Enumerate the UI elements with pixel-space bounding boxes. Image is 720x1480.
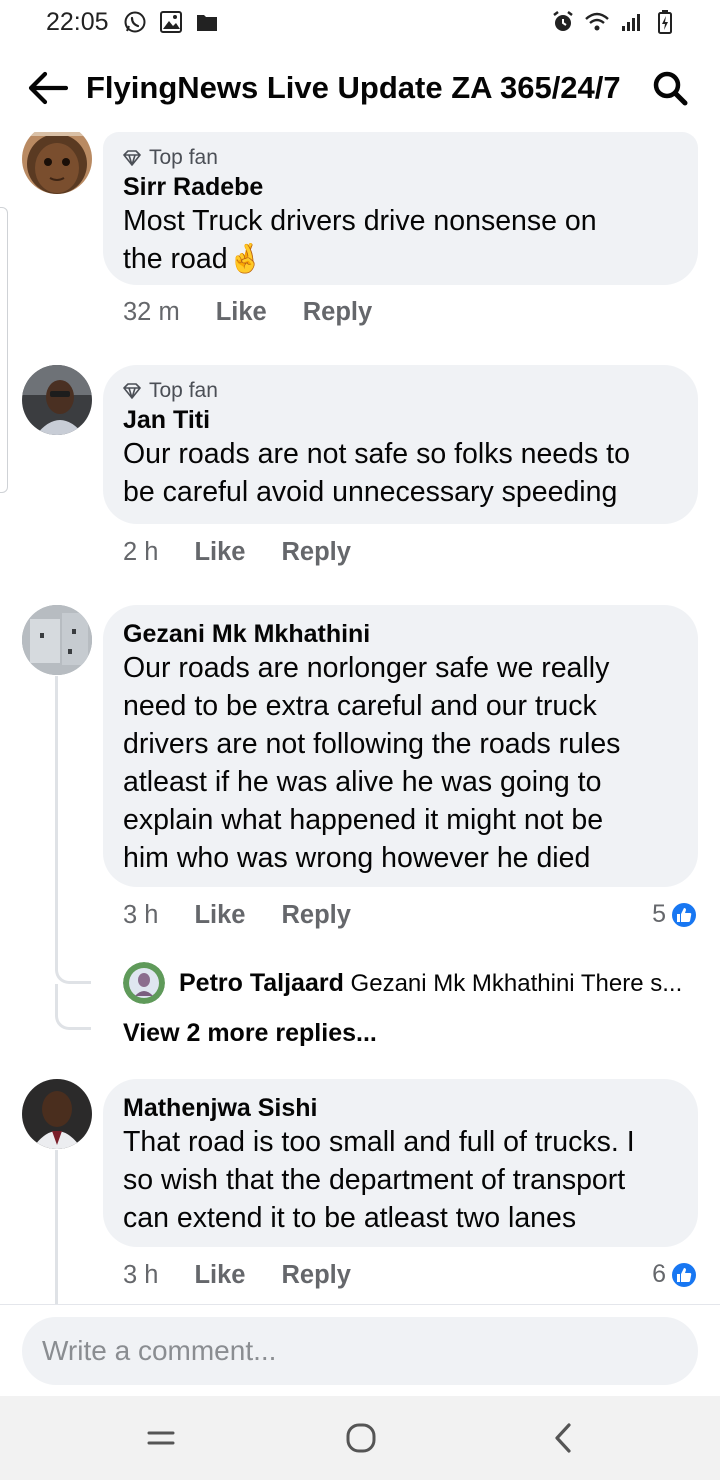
comment-text-line: drivers are not following the roads rule… [123, 728, 621, 760]
comment-author[interactable]: Jan Titi [123, 405, 678, 435]
comment-actions: 3 h Like Reply [123, 901, 351, 930]
battery-icon [652, 9, 678, 35]
system-nav-bar [0, 1396, 720, 1480]
reply-preview[interactable]: Petro Taljaard Gezani Mk Mkhathini There… [123, 962, 699, 1004]
folder-icon [194, 9, 220, 35]
reaction-count: 6 [652, 1260, 666, 1288]
reaction-summary[interactable]: 5 [652, 900, 698, 929]
crossed-fingers-emoji: 🤞 [227, 243, 264, 275]
comment-text-line: Our roads are norlonger safe we really [123, 652, 610, 684]
signal-icon [618, 9, 644, 35]
alarm-icon [550, 9, 576, 35]
comment-author[interactable]: Gezani Mk Mkhathini [123, 619, 678, 649]
gallery-icon [158, 9, 184, 35]
comment-bubble[interactable]: Top fan Sirr Radebe Most Truck drivers d… [103, 132, 698, 285]
avatar[interactable] [22, 365, 92, 435]
reply-button[interactable]: Reply [281, 901, 350, 930]
top-fan-badge: Top fan [123, 377, 678, 405]
top-fan-label: Top fan [149, 379, 218, 402]
reply-button[interactable]: Reply [303, 298, 372, 327]
wifi-icon [584, 9, 610, 35]
back-nav-button[interactable] [538, 1416, 588, 1460]
thumbs-up-icon [670, 900, 698, 929]
recent-apps-icon [147, 1431, 175, 1445]
comment-author[interactable]: Mathenjwa Sishi [123, 1093, 678, 1123]
comment-bubble[interactable]: Top fan Jan Titi Our roads are not safe … [103, 365, 698, 524]
search-button[interactable] [648, 66, 692, 110]
reaction-count: 5 [652, 900, 666, 928]
status-bar: 22:05 [0, 0, 720, 46]
comment-actions: 2 h Like Reply [123, 538, 351, 567]
thumbs-up-icon [670, 1260, 698, 1289]
comment-text: Our roads are norlonger safe we really n… [123, 649, 678, 877]
status-time: 22:05 [46, 8, 109, 36]
comment-input[interactable] [22, 1317, 698, 1385]
comment-text-line: can extend it to be atleast two lanes [123, 1202, 577, 1234]
recent-apps-button[interactable] [136, 1416, 186, 1460]
comments-feed[interactable]: Top fan Sirr Radebe Most Truck drivers d… [0, 132, 720, 1304]
comment-bubble[interactable]: Gezani Mk Mkhathini Our roads are norlon… [103, 605, 698, 887]
like-button[interactable]: Like [194, 538, 245, 567]
comment-text-line: atleast if he was alive he was going to [123, 766, 602, 798]
comment-text-line: be careful avoid unnecessary speeding [123, 476, 618, 508]
search-icon [653, 71, 688, 106]
home-icon [346, 1423, 376, 1453]
back-button[interactable] [26, 66, 70, 110]
reaction-summary[interactable]: 6 [652, 1260, 698, 1289]
comment-composer [0, 1304, 720, 1396]
reply-author[interactable]: Petro Taljaard [179, 969, 344, 997]
view-more-replies-link[interactable]: View 2 more replies... [123, 1019, 377, 1048]
comment-author[interactable]: Sirr Radebe [123, 172, 678, 202]
thread-branch [55, 984, 91, 1030]
status-right-icons [550, 9, 678, 35]
status-left-icons [122, 9, 220, 35]
comment-text-line: Our roads are not safe so folks needs to [123, 438, 630, 470]
top-fan-label: Top fan [149, 146, 218, 169]
reply-avatar[interactable] [123, 962, 165, 1004]
app-header: FlyingNews Live Update ZA 365/24/7 [0, 46, 720, 132]
avatar[interactable] [22, 132, 92, 194]
reply-text: Petro Taljaard Gezani Mk Mkhathini There… [179, 969, 699, 998]
thread-line [55, 676, 58, 951]
comment-text-line: him who was wrong however he died [123, 842, 591, 874]
like-button[interactable]: Like [216, 298, 267, 327]
comment-actions: 3 h Like Reply [123, 1261, 351, 1290]
page-title: FlyingNews Live Update ZA 365/24/7 [86, 70, 621, 105]
top-fan-badge: Top fan [123, 144, 678, 172]
comment-text-line: That road is too small and full of truck… [123, 1126, 635, 1158]
comment-time[interactable]: 2 h [123, 538, 158, 567]
comment-text: Our roads are not safe so folks needs to… [123, 435, 678, 511]
reply-snippet: Gezani Mk Mkhathini There s... [350, 969, 683, 997]
comment-text-line: need to be extra careful and our truck [123, 690, 597, 722]
comment-actions: 32 m Like Reply [123, 298, 372, 327]
comment-text-line: the road [123, 243, 228, 275]
back-arrow-icon [28, 71, 68, 105]
whatsapp-icon [122, 9, 148, 35]
comment-time[interactable]: 32 m [123, 298, 180, 327]
thread-branch [55, 938, 91, 984]
diamond-icon [123, 150, 141, 166]
comment-text-line: Most Truck drivers drive nonsense on [123, 205, 597, 237]
home-button[interactable] [336, 1416, 386, 1460]
comment-bubble[interactable]: Mathenjwa Sishi That road is too small a… [103, 1079, 698, 1247]
comment-text-line: explain what happened it might not be [123, 804, 604, 836]
comment-text: Most Truck drivers drive nonsense on the… [123, 202, 678, 278]
reply-button[interactable]: Reply [281, 538, 350, 567]
comment-text-line: so wish that the department of transport [123, 1164, 626, 1196]
comment-time[interactable]: 3 h [123, 1261, 158, 1290]
comment-time[interactable]: 3 h [123, 901, 158, 930]
thread-line [55, 1150, 58, 1304]
like-button[interactable]: Like [194, 1261, 245, 1290]
comment-text: That road is too small and full of truck… [123, 1123, 678, 1237]
like-button[interactable]: Like [194, 901, 245, 930]
diamond-icon [123, 383, 141, 399]
avatar[interactable] [22, 605, 92, 675]
reply-button[interactable]: Reply [281, 1261, 350, 1290]
scroll-indicator [0, 207, 8, 493]
chevron-left-icon [555, 1423, 571, 1453]
avatar[interactable] [22, 1079, 92, 1149]
